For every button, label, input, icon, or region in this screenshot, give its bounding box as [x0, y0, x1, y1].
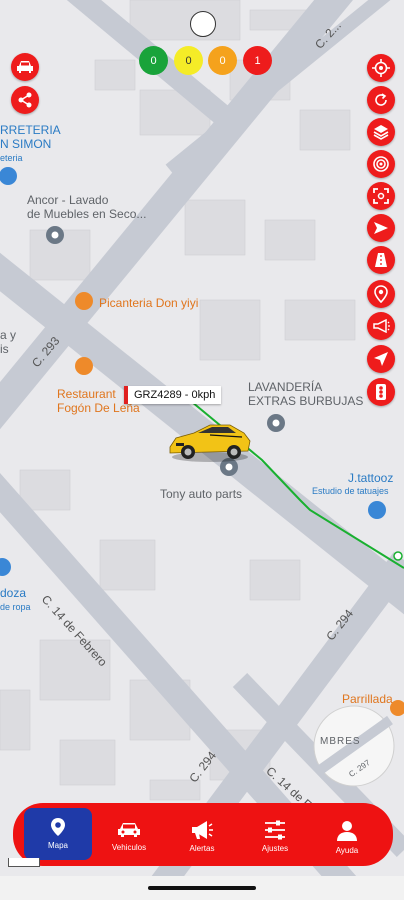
car-icon [118, 823, 140, 837]
poi-doza-sub: de ropa [0, 602, 31, 612]
nav-tab-ayuda-label: Ayuda [335, 846, 359, 855]
layers-icon [373, 125, 389, 140]
nav-tab-ayuda[interactable]: Ayuda [315, 809, 379, 859]
send-icon [374, 222, 388, 234]
alert-megaphone-button[interactable] [367, 312, 395, 340]
status-count-red[interactable]: 1 [243, 46, 272, 75]
nav-tab-vehiculos[interactable]: Vehiculos [97, 809, 161, 859]
status-count-red-value: 1 [254, 54, 261, 67]
nav-tab-mapa-label: Mapa [47, 841, 68, 850]
refresh-button[interactable] [367, 86, 395, 114]
car-icon [17, 61, 33, 73]
road-button[interactable] [367, 246, 395, 274]
traffic-light-button[interactable] [367, 378, 395, 406]
poi-picanteria[interactable]: Picanteria Don yiyi [99, 296, 198, 310]
poi-parrillada[interactable]: Parrillada [342, 692, 393, 706]
fullscreen-icon [373, 188, 389, 204]
megaphone-icon [192, 821, 213, 839]
home-gesture-bar[interactable] [0, 876, 404, 900]
person-icon [337, 821, 357, 841]
megaphone-icon [373, 319, 390, 333]
vehicle-button[interactable] [11, 53, 39, 81]
poi-lavanderia[interactable]: LAVANDERÍA EXTRAS BURBUJAS [248, 380, 363, 408]
center-location-button[interactable] [367, 54, 395, 82]
sliders-icon [265, 820, 285, 840]
poi-ferreteria[interactable]: RRETERIA N SIMON [0, 123, 70, 151]
minimap[interactable] [314, 706, 394, 786]
poi-tony-auto-parts[interactable]: Tony auto parts [160, 487, 242, 501]
nav-tab-ajustes-label: Ajustes [261, 844, 289, 853]
poi-partial-left: a y is [0, 328, 17, 356]
crosshair-icon [372, 59, 390, 77]
poi-tattoo[interactable]: J.tattooz [348, 471, 393, 485]
target-button[interactable] [367, 150, 395, 178]
navigate-button[interactable] [367, 345, 395, 373]
poi-ancor[interactable]: Ancor - Lavado de Muebles en Seco... [27, 193, 146, 221]
traffic-light-icon [376, 384, 386, 400]
nav-tab-ajustes[interactable]: Ajustes [243, 809, 307, 859]
road-icon [375, 253, 387, 267]
vehicle-label-text: GRZ4289 - 0kph [134, 389, 216, 401]
status-count-orange-value: 0 [219, 54, 226, 67]
status-count-orange[interactable]: 0 [208, 46, 237, 75]
location-pin-button[interactable] [367, 280, 395, 308]
vehicle-car-marker[interactable] [166, 421, 252, 463]
status-count-yellow[interactable]: 0 [174, 46, 203, 75]
navigation-arrow-icon [374, 352, 388, 366]
status-count-yellow-value: 0 [185, 54, 192, 67]
location-pin-icon [374, 285, 388, 303]
nav-tab-alertas[interactable]: Alertas [170, 809, 234, 859]
bottom-navigation-bar: Mapa Vehiculos Alertas Ajustes Ayuda [13, 803, 393, 866]
nav-tab-vehiculos-label: Vehiculos [111, 843, 147, 852]
nav-tab-alertas-label: Alertas [189, 844, 215, 853]
share-button[interactable] [11, 86, 39, 114]
target-icon [373, 156, 389, 172]
layers-button[interactable] [367, 118, 395, 146]
share-icon [18, 92, 32, 108]
send-button[interactable] [367, 214, 395, 242]
scale-bar [8, 858, 40, 867]
vehicle-label[interactable]: GRZ4289 - 0kph [124, 386, 222, 404]
fullscreen-button[interactable] [367, 182, 395, 210]
poi-tattoo-sub: Estudio de tatuajes [312, 486, 389, 496]
status-count-green[interactable]: 0 [139, 46, 168, 75]
map-pin-icon [51, 818, 65, 836]
refresh-icon [375, 93, 387, 106]
status-count-green-value: 0 [150, 54, 157, 67]
poi-doza[interactable]: doza [0, 586, 26, 600]
status-circle-indicator [190, 11, 216, 37]
poi-ferreteria-sub: eteria [0, 153, 23, 163]
nav-tab-mapa[interactable]: Mapa [24, 808, 92, 860]
